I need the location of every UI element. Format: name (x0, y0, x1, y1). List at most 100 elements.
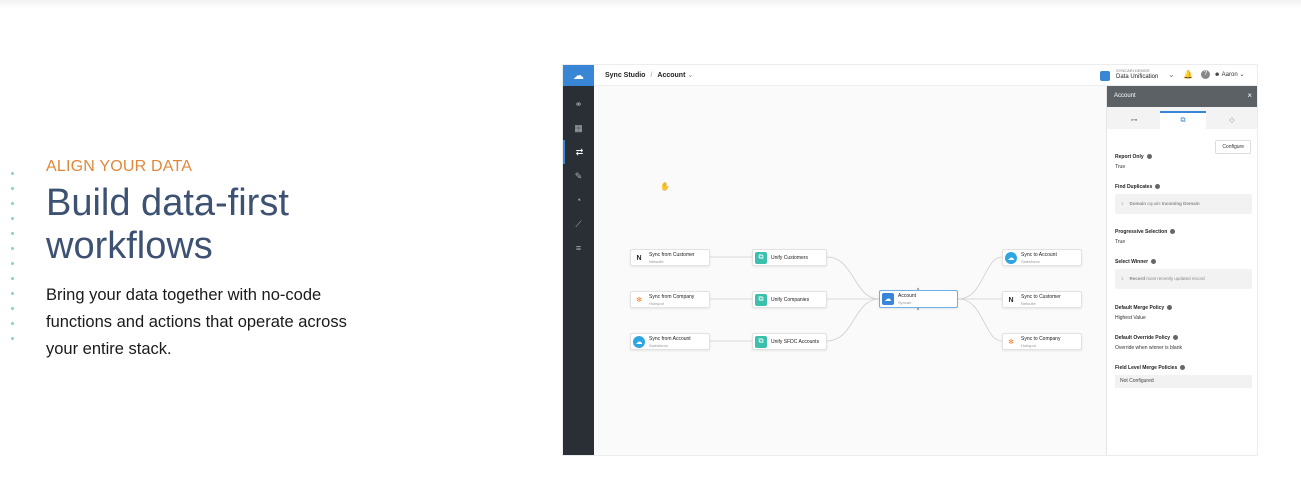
find-duplicates-rule[interactable]: 1 Domain equals Incoming Domain (1115, 194, 1252, 214)
node-subtitle: Salesforce (649, 343, 668, 348)
speed-icon[interactable]: ◔ (563, 188, 594, 212)
node-title: Account (898, 293, 917, 299)
rule-target: Incoming Domain (1161, 201, 1200, 206)
rule-number: 1 (1121, 276, 1124, 281)
node-unify-sfdc-accounts[interactable]: ⧉ Unify SFDC Accounts (752, 333, 827, 350)
node-subtitle: Syncari (898, 300, 912, 305)
edge-6 (826, 298, 880, 342)
top-shade (0, 0, 1301, 8)
panel-tabs: ⊶ ⧉ ◇ (1107, 107, 1257, 129)
decorative-dots (11, 172, 15, 352)
breadcrumb-root[interactable]: Sync Studio (605, 72, 645, 79)
tab-copy-icon[interactable]: ⧉ (1160, 111, 1206, 129)
help-icon[interactable]: ? (1201, 70, 1210, 79)
field-label: Find Duplicates (1115, 184, 1153, 190)
field-label: Default Override Policy (1115, 335, 1171, 341)
field-level-merge-policies: Field Level Merge Policies Not Configure… (1115, 365, 1252, 388)
field-value: True (1115, 164, 1126, 170)
field-default-override-policy: Default Override Policy Override when wi… (1115, 335, 1252, 351)
breadcrumb-separator: / (650, 72, 653, 79)
app-screenshot: ☁ ⚭ ▦ ⇄ ✎ ◔ ⟋ ≡ Sync Studio / Account ⌄ SY… (562, 64, 1258, 456)
node-title: Sync from Company (649, 294, 695, 300)
org-workspace: Data Unification (1116, 74, 1159, 80)
tab-tag-icon[interactable]: ◇ (1209, 111, 1255, 129)
node-sync-from-customer[interactable]: N Sync from Customer Netsuite (630, 249, 710, 266)
headline-line-1: Build data-first (46, 182, 289, 224)
node-unify-companies[interactable]: ⧉ Unify Companies (752, 291, 827, 308)
hubspot-icon: ✻ (636, 297, 642, 304)
breadcrumb-current[interactable]: Account (657, 72, 685, 79)
node-subtitle: Hubspot (649, 301, 664, 306)
node-subtitle: Netsuite (1021, 301, 1036, 306)
org-name: SYNCARI DEMOS (1116, 68, 1150, 73)
body-line-2: functions and actions that operate acros… (46, 313, 347, 331)
salesforce-icon: ☁ (1005, 252, 1017, 264)
help-icon[interactable] (1170, 229, 1176, 235)
bell-icon[interactable]: 🔔 (1183, 70, 1193, 79)
field-find-duplicates: Find Duplicates 1 Domain equals Incoming … (1115, 184, 1252, 214)
node-subtitle: Hubspot (1021, 343, 1036, 348)
cloud-logo-icon[interactable]: ☁ (563, 65, 594, 86)
help-icon[interactable] (1155, 184, 1161, 190)
syncari-cloud-icon: ☁ (882, 293, 894, 305)
flow-icon[interactable]: ⇄ (563, 140, 594, 164)
help-icon[interactable] (1167, 305, 1173, 311)
netsuite-icon: N (636, 254, 642, 262)
configure-button[interactable]: Configure (1215, 140, 1251, 154)
chart-icon[interactable]: ⟋ (563, 212, 594, 236)
db-edit-icon[interactable]: ✎ (563, 164, 594, 188)
field-report-only: Report Only True (1115, 154, 1252, 170)
node-sync-to-account[interactable]: ☁ Sync to Account Salesforce (1002, 249, 1082, 266)
body-line-1: Bring your data together with no-code (46, 286, 322, 304)
help-icon[interactable] (1151, 259, 1157, 265)
node-sync-from-company[interactable]: ✻ Sync from Company Hubspot (630, 291, 710, 308)
node-sync-to-customer[interactable]: N Sync to Customer Netsuite (1002, 291, 1082, 308)
eyebrow-text: ALIGN YOUR DATA (46, 158, 193, 175)
body-text: Bring your data together with no-code fu… (46, 282, 466, 363)
graph-icon[interactable]: ⚭ (563, 92, 594, 116)
node-sync-from-account[interactable]: ☁ Sync from Account Salesforce (630, 333, 710, 350)
panel-header: Account × (1107, 86, 1257, 107)
edge-4 (826, 256, 880, 300)
node-title: Sync to Company (1021, 336, 1061, 342)
help-icon[interactable] (1180, 365, 1186, 371)
hubspot-icon: ✻ (1008, 339, 1014, 346)
node-subtitle: Netsuite (649, 259, 664, 264)
user-menu[interactable]: ☻ Aaron ⌄ (1214, 71, 1244, 78)
field-value: Override when winner is blank (1115, 345, 1182, 351)
org-switcher[interactable]: SYNCARI DEMOS Data Unification (1100, 68, 1159, 81)
rule-operator: equals (1147, 201, 1161, 206)
field-select-winner: Select Winner 1 Record most recently upda… (1115, 259, 1252, 289)
select-winner-rule[interactable]: 1 Record most recently updated record (1115, 269, 1252, 289)
close-icon[interactable]: × (1247, 91, 1252, 100)
rule-key: Record (1129, 276, 1146, 281)
node-account[interactable]: ☁ Account Syncari (879, 290, 958, 308)
chevron-down-icon[interactable]: ⌄ (1168, 70, 1175, 79)
rule-operator: most recently updated record (1146, 276, 1205, 281)
top-bar: Sync Studio / Account ⌄ SYNCARI DEMOS Data… (594, 65, 1257, 86)
table-icon[interactable]: ▦ (563, 116, 594, 140)
help-icon[interactable] (1173, 335, 1179, 341)
help-icon[interactable] (1146, 154, 1152, 160)
edge-7 (957, 256, 1003, 300)
netsuite-icon: N (1008, 296, 1014, 304)
org-icon (1100, 71, 1110, 81)
list-icon[interactable]: ≡ (563, 236, 594, 260)
node-title: Sync from Customer (649, 252, 695, 258)
hero-section: ALIGN YOUR DATA Build data-first workflo… (46, 158, 466, 363)
salesforce-icon: ☁ (633, 336, 645, 348)
node-unify-customers[interactable]: ⧉ Unify Customers (752, 249, 827, 266)
edge-9 (957, 298, 1003, 342)
tab-hierarchy-icon[interactable]: ⊶ (1111, 111, 1157, 129)
field-default-merge-policy: Default Merge Policy Highest Value (1115, 305, 1252, 321)
field-value: True (1115, 239, 1126, 245)
unify-icon: ⧉ (755, 294, 767, 306)
properties-panel: Account × ⊶ ⧉ ◇ Configure Report Only Tr… (1106, 86, 1257, 455)
headline-line-2: workflows (46, 225, 213, 267)
workflow-canvas[interactable]: ✋ N Sync from Customer Netsuite ✻ Sync f… (594, 86, 1106, 455)
node-title: Sync to Customer (1021, 294, 1061, 300)
field-label: Field Level Merge Policies (1115, 365, 1178, 371)
node-sync-to-company[interactable]: ✻ Sync to Company Hubspot (1002, 333, 1082, 350)
field-value[interactable]: Not Configured (1115, 375, 1252, 388)
field-label: Progressive Selection (1115, 229, 1168, 235)
